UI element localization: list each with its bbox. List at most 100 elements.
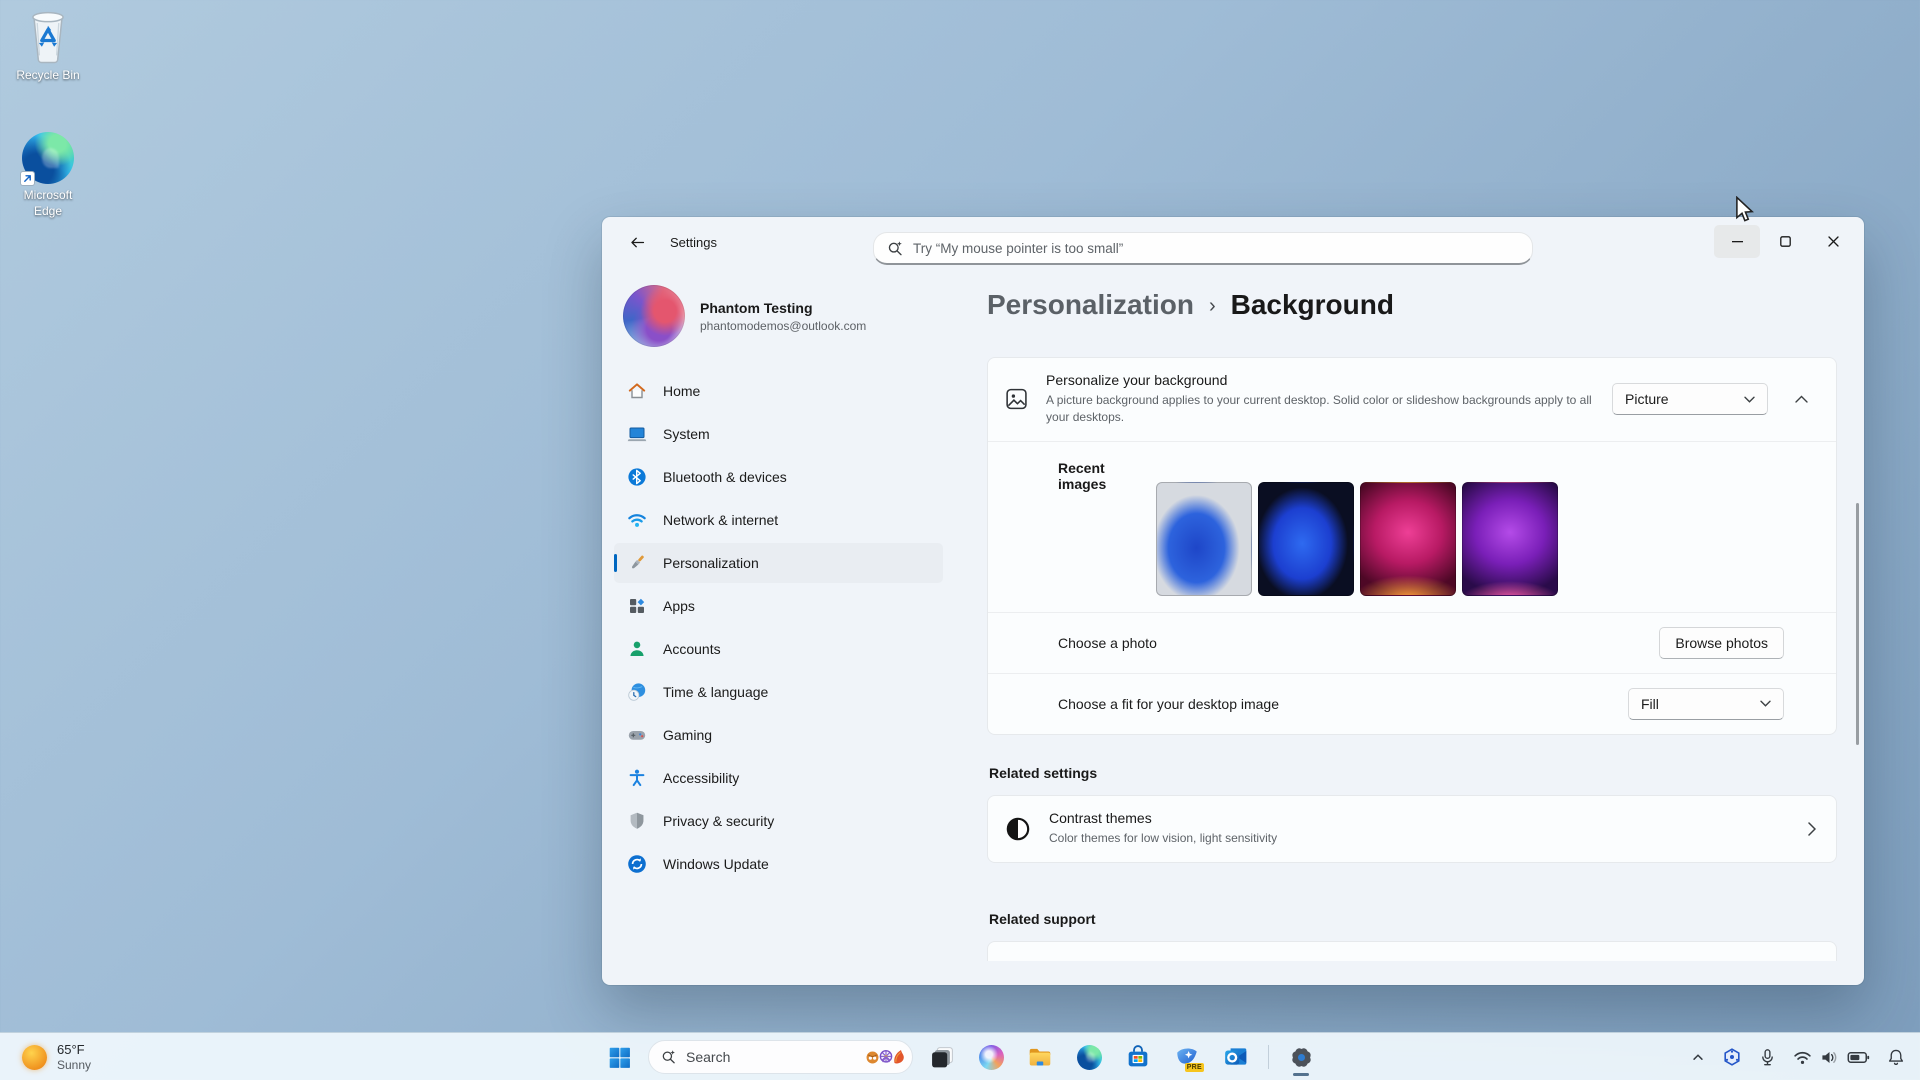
scrollbar-thumb[interactable]: [1856, 503, 1859, 745]
active-app-indicator: [1293, 1073, 1309, 1076]
recent-image-bloom-light[interactable]: [1156, 482, 1252, 596]
taskbar-search-label: Search: [686, 1049, 859, 1065]
sidebar-item-label: Bluetooth & devices: [663, 469, 787, 485]
settings-search-box[interactable]: [873, 232, 1533, 265]
quick-settings-button[interactable]: [1788, 1039, 1875, 1075]
contrast-themes-title: Contrast themes: [1049, 810, 1277, 826]
close-icon: [1828, 236, 1839, 247]
back-button[interactable]: [622, 228, 652, 256]
chevron-down-icon: [1760, 700, 1771, 707]
sidebar-item-home[interactable]: Home: [614, 371, 943, 411]
sidebar-item-label: Home: [663, 383, 700, 399]
start-button[interactable]: [599, 1037, 639, 1077]
related-support-card-partial[interactable]: [987, 941, 1837, 961]
desktop-icon-label: Microsoft Edge: [17, 188, 79, 219]
card-description: A picture background applies to your cur…: [1046, 392, 1595, 427]
weather-temperature: 65°F: [57, 1042, 91, 1057]
taskbar-search-box[interactable]: Search: [648, 1040, 913, 1074]
home-icon: [627, 381, 647, 401]
breadcrumb: Personalization › Background: [987, 289, 1837, 321]
minimize-button[interactable]: [1714, 225, 1760, 258]
maximize-button[interactable]: [1762, 225, 1808, 258]
sidebar-item-accounts[interactable]: Accounts: [614, 629, 943, 669]
avatar: [623, 285, 685, 347]
sidebar-item-time-language[interactable]: Time & language: [614, 672, 943, 712]
tray-app-icon: [1722, 1047, 1742, 1067]
fit-value: Fill: [1641, 696, 1659, 712]
privacy-shield-icon: [627, 811, 647, 831]
wifi-icon: [627, 510, 647, 530]
sunny-weather-icon: [22, 1045, 47, 1070]
sidebar-item-label: Time & language: [663, 684, 768, 700]
choose-fit-row: Choose a fit for your desktop image Fill: [988, 673, 1836, 734]
sidebar-item-apps[interactable]: Apps: [614, 586, 943, 626]
recent-image-glow-magenta[interactable]: [1360, 482, 1456, 596]
search-sparkle-icon: [661, 1049, 677, 1065]
sidebar-item-personalization[interactable]: Personalization: [614, 543, 943, 583]
tray-app-button[interactable]: [1717, 1039, 1747, 1075]
sidebar-item-privacy-security[interactable]: Privacy & security: [614, 801, 943, 841]
task-view-button[interactable]: [922, 1037, 962, 1077]
browse-photos-button[interactable]: Browse photos: [1659, 627, 1784, 659]
settings-search-input[interactable]: [913, 241, 1519, 256]
sidebar-item-gaming[interactable]: Gaming: [614, 715, 943, 755]
recent-image-glow-purple[interactable]: [1462, 482, 1558, 596]
edge-icon: [1077, 1045, 1102, 1070]
breadcrumb-personalization[interactable]: Personalization: [987, 289, 1194, 321]
back-arrow-icon: [629, 234, 646, 251]
copilot-icon: [979, 1045, 1004, 1070]
gaming-icon: [627, 725, 647, 745]
close-button[interactable]: [1810, 225, 1856, 258]
taskbar-center: Search: [599, 1033, 1321, 1080]
system-icon: [627, 424, 647, 444]
recent-images-label: Recent images: [1058, 460, 1156, 492]
sidebar-item-accessibility[interactable]: Accessibility: [614, 758, 943, 798]
outlook-button[interactable]: [1216, 1037, 1256, 1077]
breadcrumb-separator-icon: ›: [1209, 292, 1216, 318]
taskbar-divider: [1268, 1045, 1269, 1069]
accessibility-icon: [627, 768, 647, 788]
volume-icon: [1820, 1049, 1839, 1066]
microphone-button[interactable]: [1754, 1039, 1781, 1075]
copilot-button[interactable]: [971, 1037, 1011, 1077]
taskbar: 65°F Sunny Search: [0, 1032, 1920, 1080]
sidebar-item-label: Privacy & security: [663, 813, 774, 829]
desktop-icon-microsoft-edge[interactable]: Microsoft Edge: [6, 132, 90, 219]
chevron-up-icon: [1795, 395, 1808, 403]
bluetooth-icon: [627, 467, 647, 487]
sidebar-item-network-internet[interactable]: Network & internet: [614, 500, 943, 540]
profile-card[interactable]: Phantom Testing phantomodemos@outlook.co…: [614, 281, 943, 351]
outlook-icon: [1223, 1044, 1249, 1070]
file-explorer-button[interactable]: [1020, 1037, 1060, 1077]
related-settings-heading: Related settings: [989, 765, 1837, 781]
desktop-icon-recycle-bin[interactable]: Recycle Bin: [6, 8, 90, 84]
background-type-dropdown[interactable]: Picture: [1612, 383, 1768, 415]
recent-image-bloom-dark[interactable]: [1258, 482, 1354, 596]
show-hidden-icons-button[interactable]: [1686, 1039, 1710, 1075]
sidebar-item-label: Accounts: [663, 641, 721, 657]
contrast-themes-card[interactable]: Contrast themes Color themes for low vis…: [987, 795, 1837, 863]
fit-dropdown[interactable]: Fill: [1628, 688, 1784, 720]
search-sparkle-icon: [887, 240, 904, 257]
edge-button[interactable]: [1069, 1037, 1109, 1077]
notifications-button[interactable]: [1882, 1039, 1910, 1075]
weather-widget[interactable]: 65°F Sunny: [14, 1033, 99, 1080]
window-controls: [1714, 225, 1856, 258]
sidebar-item-system[interactable]: System: [614, 414, 943, 454]
system-tray: [1686, 1033, 1910, 1080]
microsoft-store-button[interactable]: [1118, 1037, 1158, 1077]
chevron-right-icon: [1808, 822, 1816, 836]
collapse-expander-button[interactable]: [1782, 383, 1820, 415]
settings-window: Settings: [602, 217, 1864, 985]
personalization-icon: [627, 553, 647, 573]
preview-app-button[interactable]: PRE: [1167, 1037, 1207, 1077]
desktop: { "colors": { "accent": "#0067c0", "desk…: [0, 0, 1920, 1080]
contrast-icon: [1005, 816, 1031, 842]
sidebar-item-bluetooth-devices[interactable]: Bluetooth & devices: [614, 457, 943, 497]
recycle-bin-icon: [22, 8, 74, 64]
recent-images-list: [1156, 482, 1558, 596]
settings-app-button[interactable]: [1281, 1037, 1321, 1077]
contrast-themes-description: Color themes for low vision, light sensi…: [1049, 830, 1277, 847]
sidebar-item-windows-update[interactable]: Windows Update: [614, 844, 943, 884]
sidebar-item-label: Windows Update: [663, 856, 769, 872]
